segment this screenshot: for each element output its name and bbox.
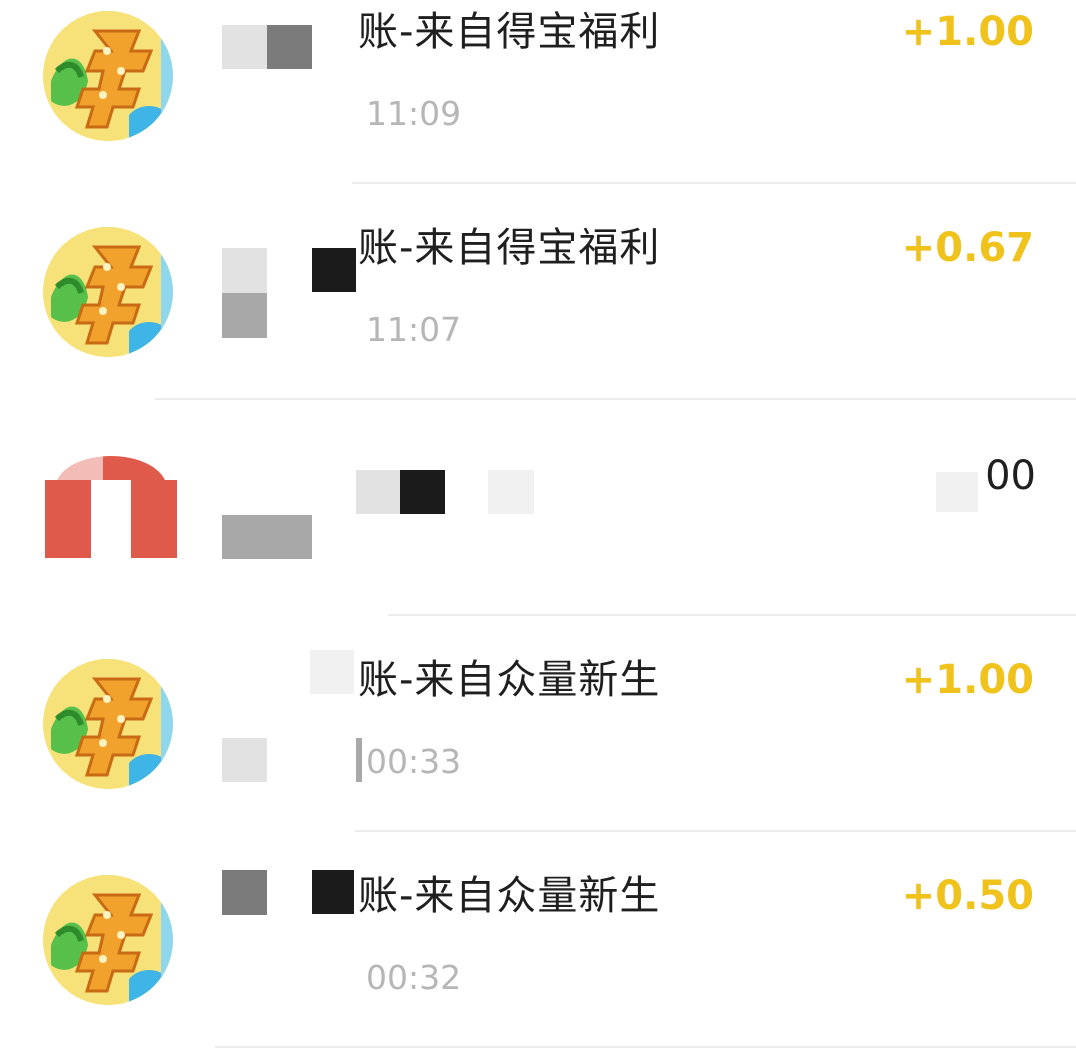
transaction-title: 账-来自得宝福利	[358, 225, 661, 271]
redacted-block	[936, 472, 978, 512]
transaction-title: 账-来自众量新生	[358, 657, 661, 703]
redacted-block	[400, 470, 445, 514]
transaction-row[interactable]: 账-来自众量新生 00:33 +1.00	[0, 616, 1076, 832]
red-logo-icon	[43, 440, 179, 560]
transaction-time: 00:33	[366, 742, 462, 781]
redacted-block	[312, 870, 354, 914]
redacted-block	[310, 650, 354, 694]
redacted-block	[222, 293, 267, 338]
transaction-time: 00:32	[366, 958, 462, 997]
redacted-block	[267, 25, 312, 69]
redacted-block	[488, 470, 534, 514]
yuan-coin-avatar-icon	[43, 11, 173, 141]
redacted-block	[312, 248, 356, 292]
redacted-block	[356, 470, 400, 514]
transaction-amount: 00	[985, 453, 1036, 499]
redacted-block	[222, 25, 267, 69]
redacted-block	[222, 248, 267, 293]
redacted-block	[222, 515, 312, 559]
redacted-block	[222, 738, 267, 782]
transaction-row[interactable]: 账-来自得宝福利 11:09 +1.00	[0, 0, 1076, 184]
transaction-title: 账-来自众量新生	[358, 873, 661, 919]
redacted-block	[356, 738, 362, 782]
yuan-coin-avatar-icon	[43, 227, 173, 357]
yuan-coin-avatar-icon	[43, 659, 173, 789]
yuan-coin-avatar-icon	[43, 875, 173, 1005]
transaction-row[interactable]: 账-来自得宝福利 11:07 +0.67	[0, 184, 1076, 400]
transaction-time: 11:07	[366, 310, 462, 349]
transaction-title: 账-来自得宝福利	[358, 9, 661, 55]
transaction-list: 账-来自得宝福利 11:09 +1.00 账-来自得宝福利 11:07 +0.6…	[0, 0, 1076, 1050]
transaction-amount: +0.50	[901, 873, 1034, 919]
row-divider	[215, 1046, 1076, 1048]
transaction-row[interactable]: 账-来自众量新生 00:32 +0.50	[0, 832, 1076, 1048]
transaction-amount: +0.67	[901, 225, 1034, 271]
transaction-amount: +1.00	[901, 657, 1034, 703]
redacted-block	[222, 870, 267, 915]
transaction-time: 11:09	[366, 94, 462, 133]
transaction-row[interactable]: 00	[0, 400, 1076, 616]
transaction-amount: +1.00	[901, 9, 1034, 55]
